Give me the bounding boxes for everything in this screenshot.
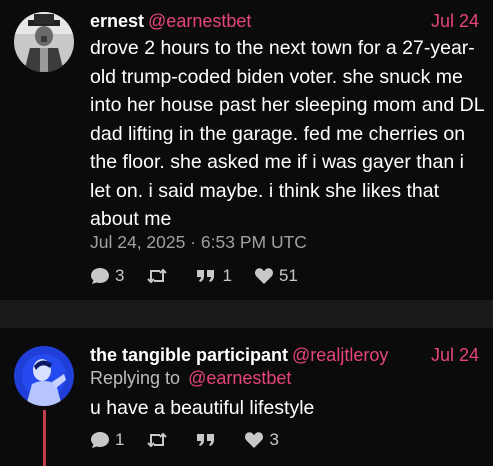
author-handle[interactable]: @realjtleroy [292, 345, 388, 365]
post-date[interactable]: Jul 24 [431, 10, 479, 32]
tweet-actions: 3 1 51 [90, 266, 320, 286]
quote-button[interactable] [195, 432, 222, 448]
replying-handle[interactable]: @earnestbet [188, 368, 291, 388]
reply-count: 3 [115, 266, 125, 285]
full-timestamp[interactable]: Jul 24, 2025 · 6:53 PM UTC [90, 232, 307, 253]
author-handle[interactable]: @earnestbet [148, 11, 251, 31]
quote-count: 1 [222, 266, 232, 285]
tweet-reply[interactable]: the tangible participant @realjtleroy Jul… [0, 328, 493, 466]
tweet-main[interactable]: ernest @earnestbet Jul 24 drove 2 hours t… [0, 0, 493, 300]
replying-label: Replying to [90, 368, 181, 388]
like-count: 51 [278, 266, 298, 285]
retweet-icon [146, 431, 168, 449]
author-name[interactable]: ernest [90, 11, 144, 31]
thread-line [43, 410, 46, 466]
reply-count: 1 [115, 430, 125, 449]
heart-icon [244, 431, 264, 449]
comment-icon [90, 431, 110, 449]
reply-button[interactable]: 1 [90, 430, 124, 450]
avatar-tangible-participant[interactable] [14, 346, 74, 406]
reply-button[interactable]: 3 [90, 266, 124, 286]
thread-separator [0, 300, 493, 328]
tweet-header: the tangible participant @realjtleroy Jul… [90, 344, 479, 366]
retweet-icon [146, 267, 168, 285]
author-name[interactable]: the tangible participant [90, 345, 288, 365]
replying-to: Replying to @earnestbet [90, 368, 291, 389]
quote-icon [195, 432, 217, 448]
tweet-body: drove 2 hours to the next town for a 27-… [90, 37, 484, 230]
like-button[interactable]: 3 [244, 430, 279, 450]
quote-icon [195, 268, 217, 284]
like-count: 3 [269, 430, 279, 449]
post-date[interactable]: Jul 24 [431, 344, 479, 366]
retweet-button[interactable] [146, 267, 173, 285]
heart-icon [254, 267, 274, 285]
comment-icon [90, 267, 110, 285]
tweet-body: u have a beautiful lifestyle [90, 397, 315, 419]
retweet-button[interactable] [146, 431, 173, 449]
avatar-ernest[interactable] [14, 12, 74, 72]
like-button[interactable]: 51 [254, 266, 298, 286]
tweet-actions: 1 3 [90, 430, 301, 450]
tweet-header: ernest @earnestbet Jul 24 [90, 10, 479, 32]
quote-button[interactable]: 1 [195, 266, 232, 286]
